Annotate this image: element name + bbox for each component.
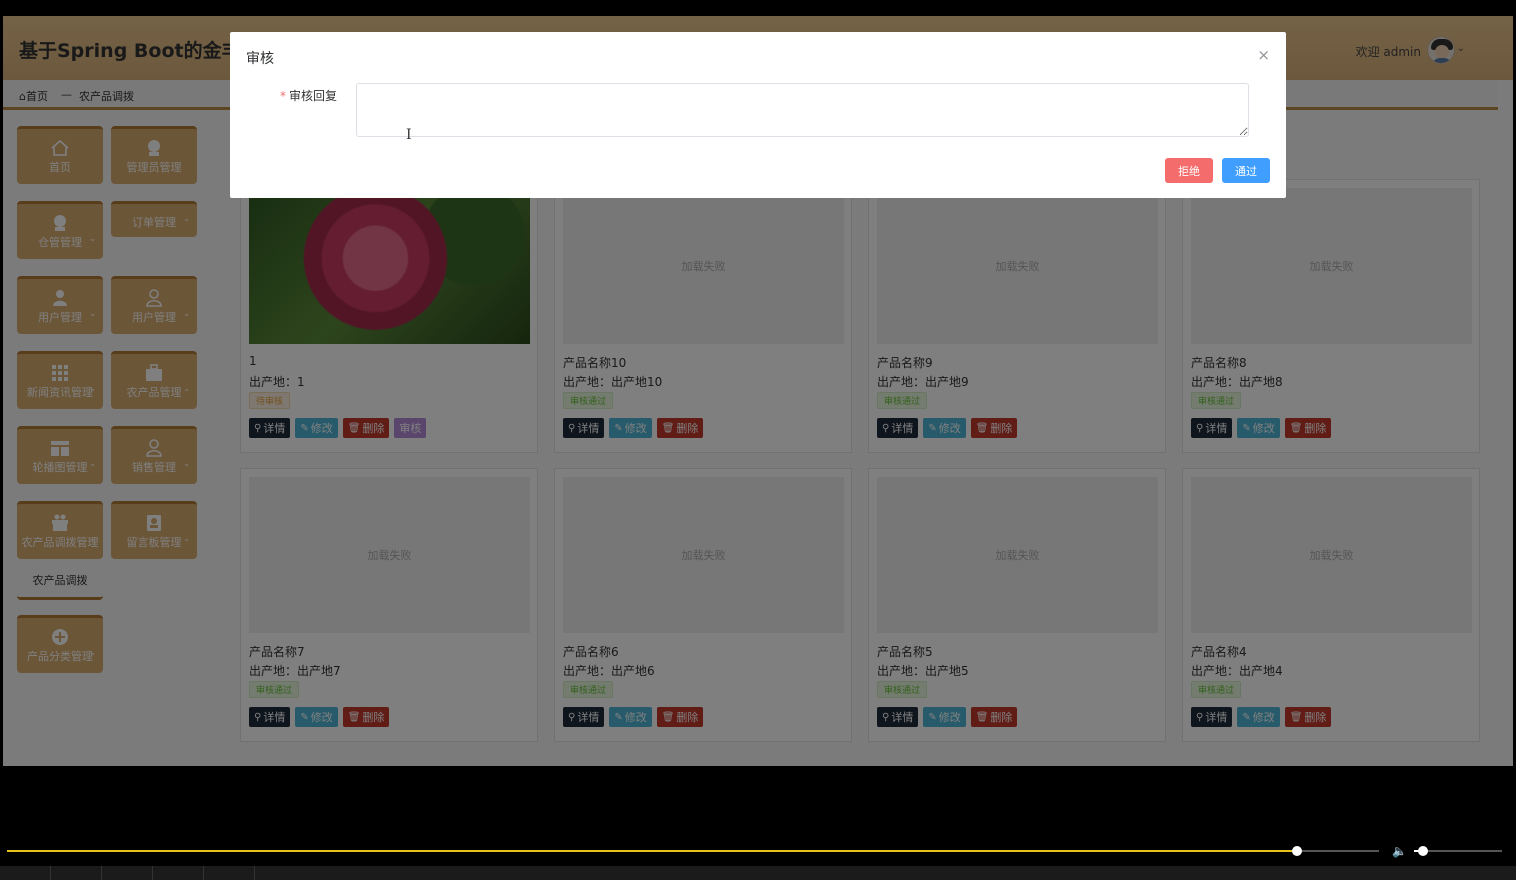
video-player-frame: 基于Spring Boot的金丰町 欢迎 admin ⌄ ⌂首页 — 农产品调拨… [0, 0, 1516, 880]
volume-icon[interactable]: 🔈 [1392, 844, 1407, 858]
seek-handle[interactable] [1291, 846, 1302, 856]
audit-dialog: 审核 × * 审核回复 拒绝 通过 [230, 32, 1286, 198]
reply-label: * 审核回复 [280, 87, 337, 104]
pass-button[interactable]: 通过 [1222, 158, 1270, 183]
recorded-screen: 基于Spring Boot的金丰町 欢迎 admin ⌄ ⌂首页 — 农产品调拨… [3, 16, 1513, 766]
taskbar-item[interactable] [0, 866, 51, 880]
taskbar [0, 866, 1516, 880]
close-icon[interactable]: × [1257, 46, 1270, 64]
audit-reply-textarea[interactable] [356, 83, 1249, 137]
volume-handle[interactable] [1417, 846, 1428, 856]
taskbar-item[interactable] [204, 866, 255, 880]
reject-button[interactable]: 拒绝 [1165, 158, 1213, 183]
dialog-title: 审核 [246, 51, 274, 67]
taskbar-item[interactable] [102, 866, 153, 880]
reply-label-text: 审核回复 [289, 89, 338, 103]
required-mark: * [280, 89, 286, 103]
taskbar-item[interactable] [51, 866, 102, 880]
text-cursor-icon: I [406, 127, 412, 143]
taskbar-item[interactable] [153, 866, 204, 880]
seek-progress [7, 850, 1297, 852]
